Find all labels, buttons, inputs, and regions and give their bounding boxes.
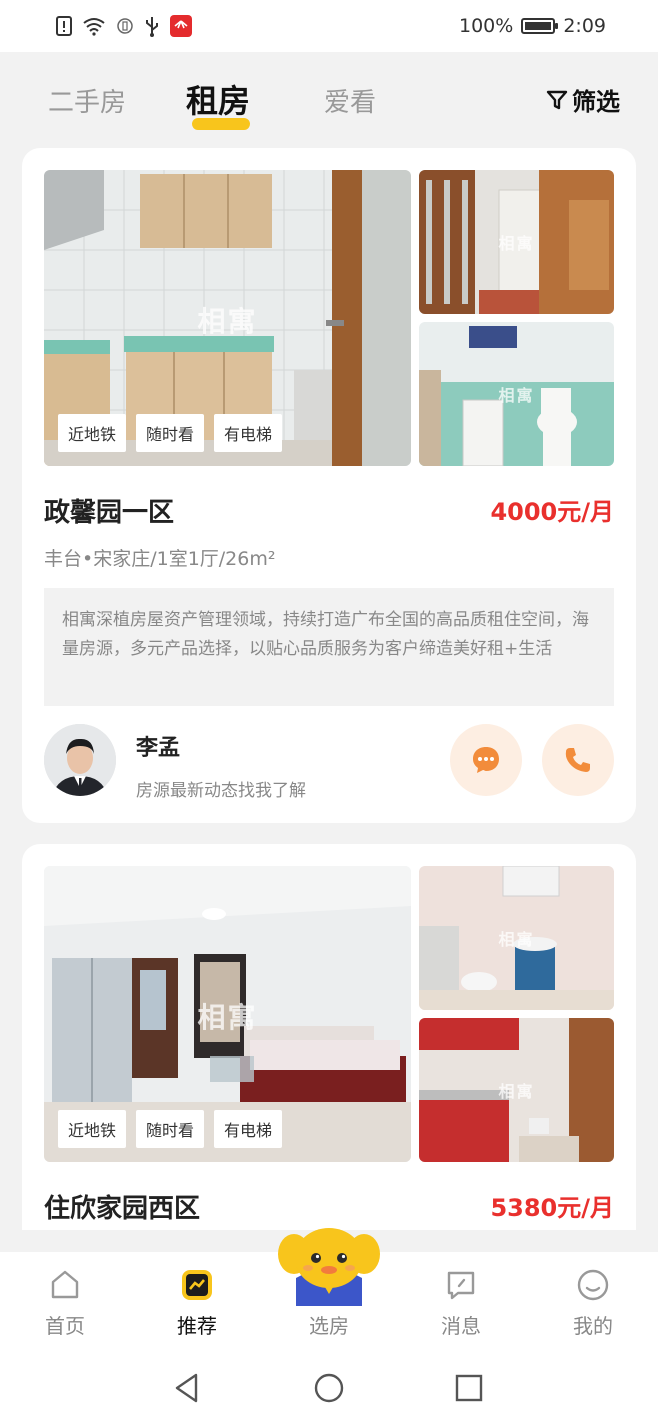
home-button-icon[interactable] (313, 1372, 345, 1404)
agent-note: 房源最新动态找我了解 (136, 781, 306, 801)
photo-watermark: 相寓 (498, 1082, 535, 1102)
photo-watermark: 相寓 (498, 386, 535, 406)
tag-elevator: 有电梯 (214, 1110, 283, 1148)
status-right: 100% 2:09 (459, 15, 606, 37)
listing-tags: 近地铁 随时看 有电梯 (58, 1110, 283, 1148)
listing-photo-living-room[interactable]: 相寓 近地铁 随时看 有电梯 (44, 866, 411, 1162)
tag-near-subway: 近地铁 (58, 1110, 127, 1148)
back-icon[interactable] (172, 1372, 204, 1404)
nav-profile-label: 我的 (573, 1314, 613, 1338)
call-button[interactable] (542, 724, 614, 796)
listing-photos[interactable]: 相寓 近地铁 随时看 有电梯 相寓 相寓 (44, 866, 614, 1162)
clock: 2:09 (563, 15, 606, 37)
chat-bubble-icon (473, 747, 499, 773)
top-tabs: 二手房 租房 爱看 筛选 (0, 52, 658, 148)
message-icon (447, 1271, 475, 1300)
nav-home-label: 首页 (45, 1314, 85, 1338)
wifi-icon (82, 16, 106, 36)
mascot-icon[interactable] (278, 1222, 380, 1306)
home-icon (51, 1270, 79, 1299)
photo-watermark: 相寓 (197, 305, 258, 339)
filter-button[interactable]: 筛选 (546, 82, 620, 117)
listing-photo-bathroom[interactable]: 相寓 (419, 866, 614, 1010)
nav-pick-home-label: 选房 (309, 1314, 349, 1338)
listing-photo-kitchen[interactable]: 相寓 (419, 1018, 614, 1162)
status-bar: 100% 2:09 (0, 0, 658, 52)
huawei-app-icon (170, 15, 192, 37)
listing-photos[interactable]: 相寓 近地铁 随时看 有电梯 相寓 相寓 (44, 170, 614, 466)
alert-icon (56, 16, 72, 36)
battery-fill (525, 22, 552, 30)
listing-meta: 丰台•宋家庄/1室1厅/26m² (44, 548, 276, 570)
trend-icon (182, 1270, 212, 1300)
battery-icon (521, 18, 559, 34)
listing-feed[interactable]: 相寓 近地铁 随时看 有电梯 相寓 相寓 政馨园一区 4000元/月 丰台•宋家… (0, 148, 658, 1230)
tag-elevator: 有电梯 (214, 414, 283, 452)
profile-icon (577, 1269, 609, 1301)
agent-name[interactable]: 李孟 (136, 730, 180, 762)
usb-icon (144, 15, 160, 37)
photo-watermark: 相寓 (498, 930, 535, 950)
tag-near-subway: 近地铁 (58, 414, 127, 452)
nav-messages[interactable]: 消息 (416, 1268, 506, 1339)
listing-title[interactable]: 住欣家园西区 (44, 1188, 200, 1225)
nav-recommend-label: 推荐 (177, 1314, 217, 1338)
agent-avatar[interactable] (44, 724, 116, 796)
listing-card[interactable]: 相寓 近地铁 随时看 有电梯 相寓 (22, 844, 636, 1230)
nav-recommend[interactable]: 推荐 (152, 1268, 242, 1339)
tab-favorites[interactable]: 爱看 (324, 82, 376, 119)
listing-photo-bathroom[interactable]: 相寓 (419, 322, 614, 466)
active-tab-indicator (192, 118, 250, 130)
filter-label: 筛选 (572, 88, 620, 116)
tag-view-anytime: 随时看 (136, 1110, 205, 1148)
photo-watermark: 相寓 (197, 1001, 258, 1035)
nfc-icon (116, 17, 134, 35)
listing-price: 4000元/月 (490, 498, 614, 526)
tab-second-hand[interactable]: 二手房 (48, 82, 126, 119)
photo-watermark: 相寓 (498, 234, 535, 254)
nav-profile[interactable]: 我的 (548, 1268, 638, 1339)
nav-home[interactable]: 首页 (20, 1268, 110, 1339)
listing-description: 相寓深植房屋资产管理领域，持续打造广布全国的高品质租住空间，海量房源，多元产品选… (44, 588, 614, 706)
battery-percent: 100% (459, 15, 514, 37)
chat-button[interactable] (450, 724, 522, 796)
listing-title[interactable]: 政馨园一区 (44, 492, 174, 529)
listing-photo-kitchen[interactable]: 相寓 近地铁 随时看 有电梯 (44, 170, 411, 466)
listing-card[interactable]: 相寓 近地铁 随时看 有电梯 相寓 (22, 148, 636, 823)
listing-photo-hallway[interactable]: 相寓 (419, 170, 614, 314)
tab-rent[interactable]: 租房 (186, 76, 250, 122)
recents-icon[interactable] (453, 1372, 485, 1404)
status-icons (56, 15, 192, 37)
system-nav-bar (0, 1350, 658, 1426)
filter-icon (546, 90, 568, 109)
listing-tags: 近地铁 随时看 有电梯 (58, 414, 283, 452)
nav-messages-label: 消息 (441, 1314, 481, 1338)
phone-icon (565, 748, 590, 772)
tag-view-anytime: 随时看 (136, 414, 205, 452)
listing-price: 5380元/月 (490, 1194, 614, 1222)
